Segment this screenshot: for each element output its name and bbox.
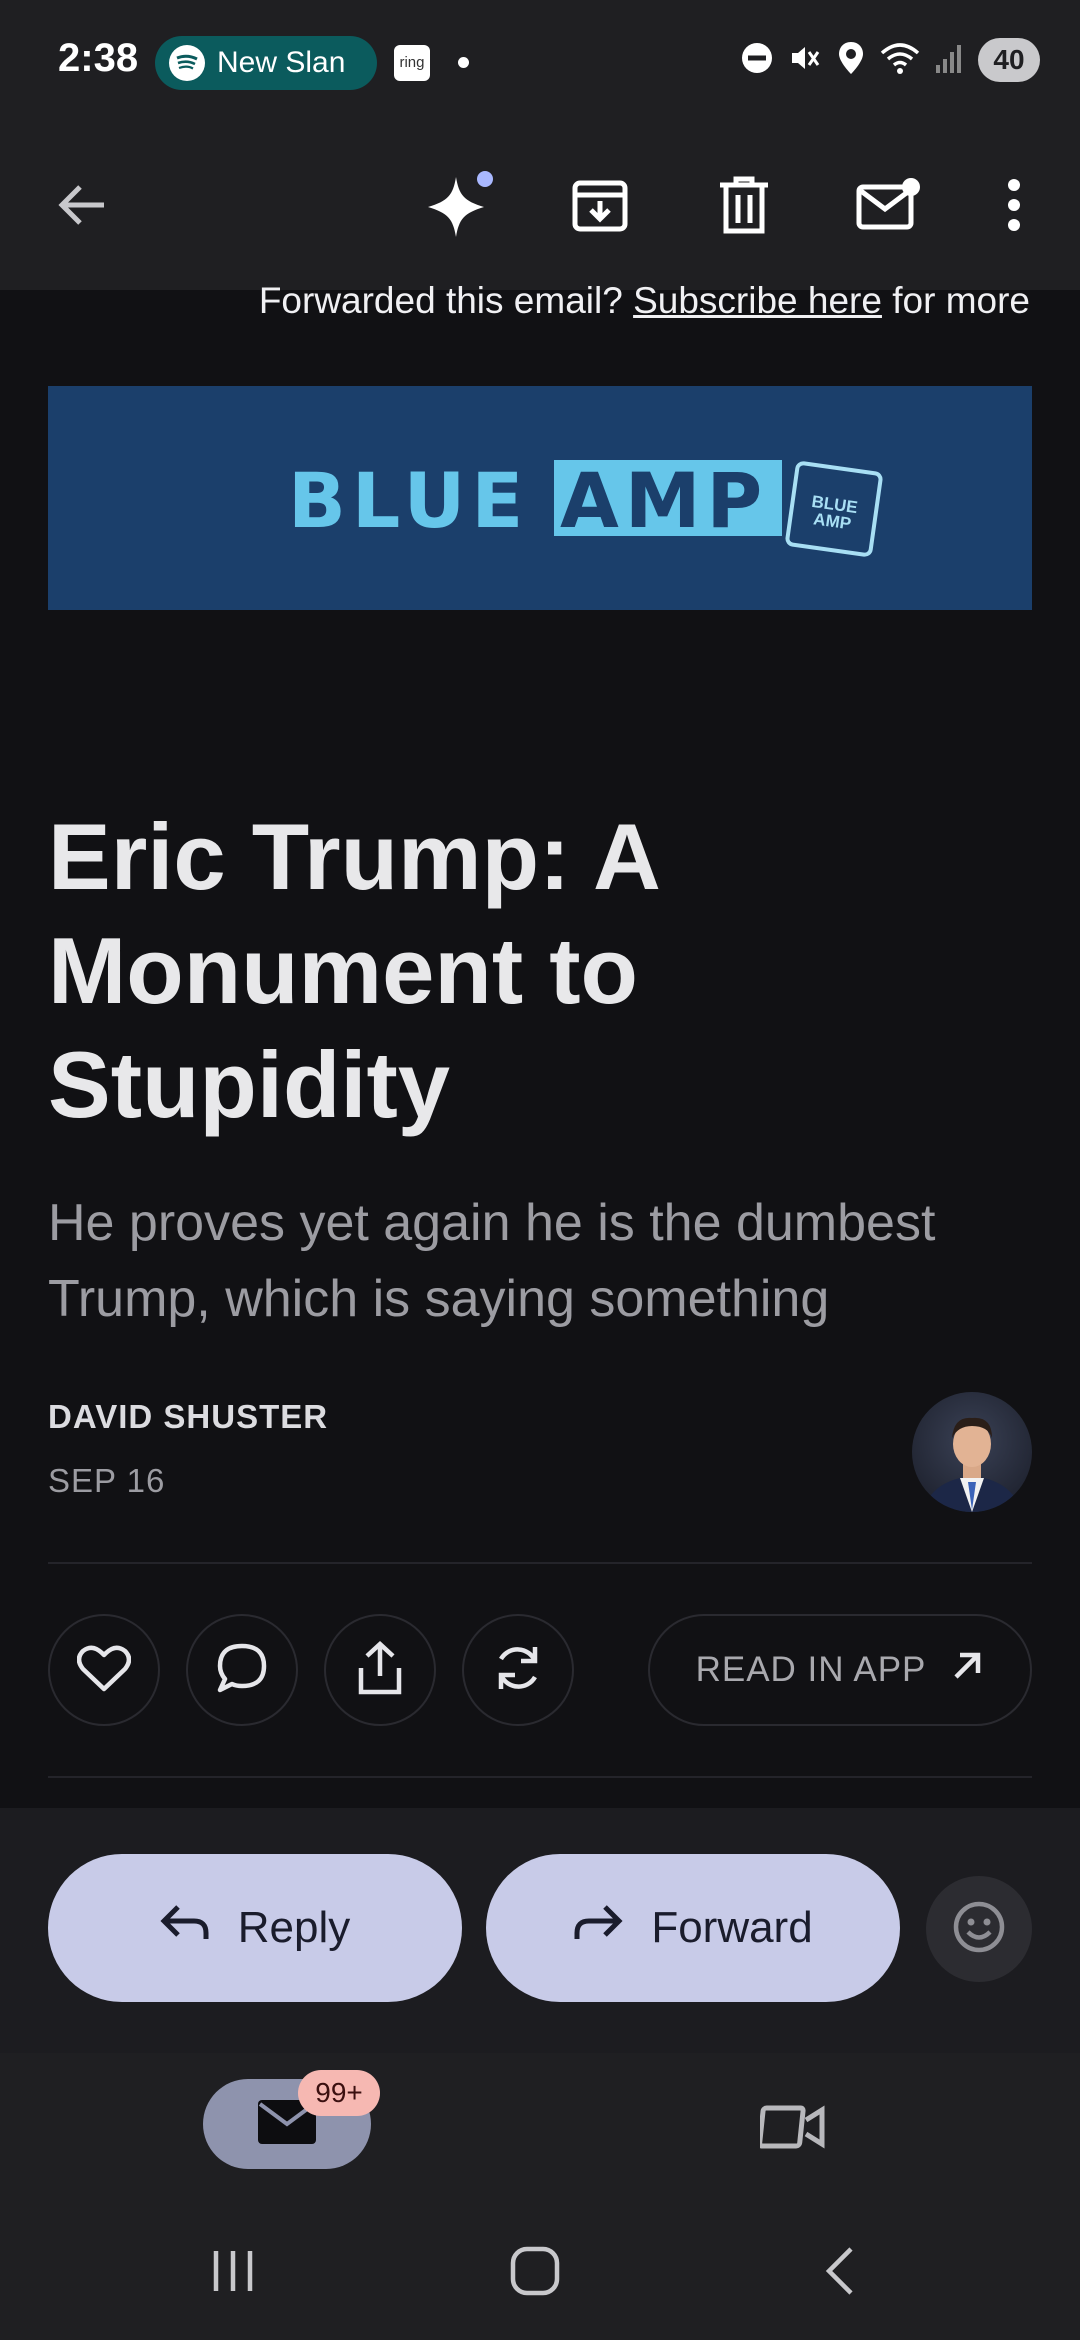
reply-label: Reply [237,1903,351,1952]
heart-icon [76,1643,132,1698]
status-bar: 2:38 New Slan ring 40 [0,0,1080,125]
open-external-arrow-icon [950,1649,984,1692]
location-icon [836,40,866,81]
vibrate-mute-icon [788,41,822,80]
forward-label: Forward [651,1903,813,1952]
article-subtitle: He proves yet again he is the dumbest Tr… [48,1194,936,1328]
share-icon [355,1640,405,1701]
blue-amp-banner[interactable]: BLUE AMP BLUE AMP [48,386,1032,610]
forwarded-notice-suffix: for more [881,280,1030,321]
forwarded-notice-prefix: Forwarded this email? [258,280,634,321]
forward-button[interactable]: Forward [486,1854,900,2002]
more-notifications-dot [458,57,469,68]
comment-icon [216,1642,268,1699]
emoji-reaction-button[interactable] [926,1876,1032,1982]
recent-apps-icon [208,2247,258,2300]
home-icon [509,2245,561,2302]
article-title: Eric Trump: A Monument to Stupidity [48,804,658,1137]
reply-button[interactable]: Reply [48,1854,462,2002]
back-arrow-icon [54,177,110,238]
status-time: 2:38 [58,36,139,80]
forward-icon [573,1903,623,1954]
reply-action-bar: Reply Forward [0,1808,1080,2053]
read-in-app-button[interactable]: READ IN APP [648,1614,1032,1726]
delete-button[interactable] [702,165,786,249]
system-back-button[interactable] [806,2243,876,2303]
more-vert-icon [1006,177,1022,238]
spotify-icon [169,45,205,81]
banner-logo-word-amp: AMP [560,456,769,545]
system-navigation-bar [0,2203,1080,2340]
read-in-app-label: READ IN APP [695,1650,927,1689]
do-not-disturb-icon [740,41,774,80]
signal-icon [934,41,964,80]
reply-icon [160,1903,210,1954]
more-options-button[interactable] [972,165,1056,249]
subscribe-link[interactable]: Subscribe here [633,280,882,321]
status-icons: 40 [740,38,1040,82]
content-divider-bottom [48,1776,1032,1778]
archive-button[interactable] [558,165,642,249]
share-button[interactable] [324,1614,436,1726]
battery-indicator: 40 [978,38,1040,82]
home-button[interactable] [500,2243,570,2303]
author-name[interactable]: DAVID SHUSTER [48,1398,328,1436]
back-button[interactable] [40,165,124,249]
like-button[interactable] [48,1614,160,1726]
mark-unread-icon [855,175,921,240]
refresh-icon [491,1641,545,1700]
wifi-icon [880,41,920,80]
banner-logo-word-blue: BLUE [288,456,530,545]
ring-app-icon: ring [394,45,430,81]
mark-unread-button[interactable] [846,165,930,249]
restack-button[interactable] [462,1614,574,1726]
chevron-left-icon [821,2245,861,2302]
gemini-button[interactable] [416,165,500,249]
email-toolbar [0,125,1080,290]
content-divider [48,1562,1032,1564]
spotify-now-playing-chip[interactable]: New Slan [155,36,377,90]
bottom-navigation: 99+ [0,2053,1080,2203]
gemini-sparkle-icon [418,165,498,250]
smiley-icon [951,1899,1007,1960]
recent-apps-button[interactable] [198,2243,268,2303]
comment-button[interactable] [186,1614,298,1726]
spotify-track-text: New Slan [217,46,346,79]
video-camera-icon [757,2102,826,2157]
publish-date: SEP 16 [48,1462,166,1499]
delete-icon [716,175,772,240]
meet-tab[interactable] [748,2099,838,2159]
author-avatar[interactable] [912,1392,1032,1512]
forwarded-notice: Forwarded this email? Subscribe here for… [259,280,1030,322]
amplifier-logo-icon: BLUE AMP [784,460,884,558]
archive-icon [570,175,630,240]
unread-count-badge: 99+ [298,2070,380,2116]
